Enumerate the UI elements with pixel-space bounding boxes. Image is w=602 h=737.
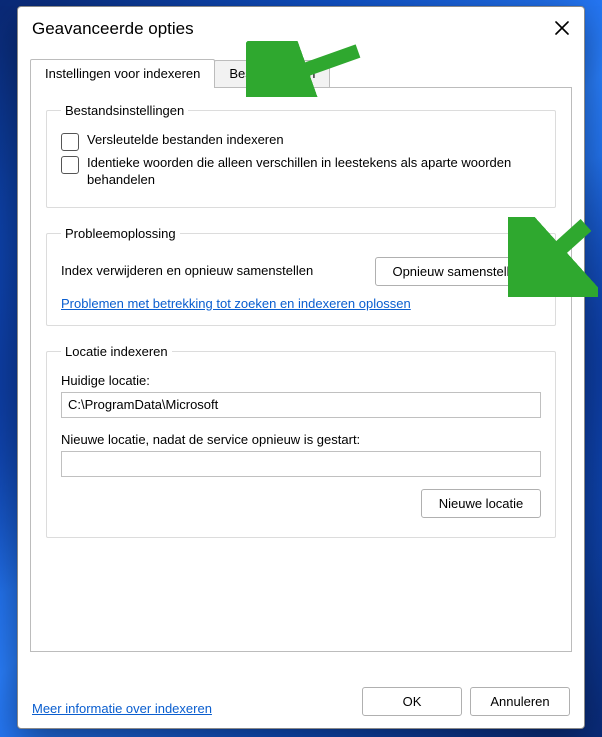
group-troubleshoot-legend: Probleemoplossing — [61, 226, 180, 241]
tab-indexing-settings[interactable]: Instellingen voor indexeren — [30, 59, 215, 88]
group-file-settings: Bestandsinstellingen Versleutelde bestan… — [46, 103, 556, 208]
group-troubleshoot: Probleemoplossing Index verwijderen en o… — [46, 226, 556, 326]
rebuild-description: Index verwijderen en opnieuw samenstelle… — [61, 263, 359, 280]
label-index-encrypted: Versleutelde bestanden indexeren — [87, 132, 284, 149]
rebuild-button[interactable]: Opnieuw samenstellen — [375, 257, 541, 286]
close-button[interactable] — [548, 15, 576, 43]
dialog-title: Geavanceerde opties — [32, 19, 194, 39]
checkbox-index-encrypted[interactable] — [61, 133, 79, 151]
group-file-settings-legend: Bestandsinstellingen — [61, 103, 188, 118]
troubleshoot-link[interactable]: Problemen met betrekking tot zoeken en i… — [61, 296, 411, 311]
ok-button[interactable]: OK — [362, 687, 462, 716]
checkbox-diacritics[interactable] — [61, 156, 79, 174]
dialog-button-row: OK Annuleren — [362, 687, 570, 716]
group-index-location: Locatie indexeren Huidige locatie: Nieuw… — [46, 344, 556, 538]
advanced-options-dialog: Geavanceerde opties Instellingen voor in… — [17, 6, 585, 729]
label-diacritics: Identieke woorden die alleen verschillen… — [87, 155, 541, 189]
new-location-field[interactable] — [61, 451, 541, 477]
group-index-location-legend: Locatie indexeren — [61, 344, 172, 359]
current-location-label: Huidige locatie: — [61, 373, 541, 388]
new-location-button[interactable]: Nieuwe locatie — [421, 489, 541, 518]
cancel-button[interactable]: Annuleren — [470, 687, 570, 716]
current-location-field[interactable] — [61, 392, 541, 418]
new-location-label: Nieuwe locatie, nadat de service opnieuw… — [61, 432, 541, 447]
tab-file-types[interactable]: Bestandstypen — [214, 60, 330, 87]
close-icon — [555, 19, 569, 40]
tab-panel-indexing: Bestandsinstellingen Versleutelde bestan… — [30, 87, 572, 652]
tab-strip: Instellingen voor indexeren Bestandstype… — [18, 45, 584, 87]
title-bar: Geavanceerde opties — [18, 7, 584, 45]
more-info-link[interactable]: Meer informatie over indexeren — [32, 701, 212, 716]
